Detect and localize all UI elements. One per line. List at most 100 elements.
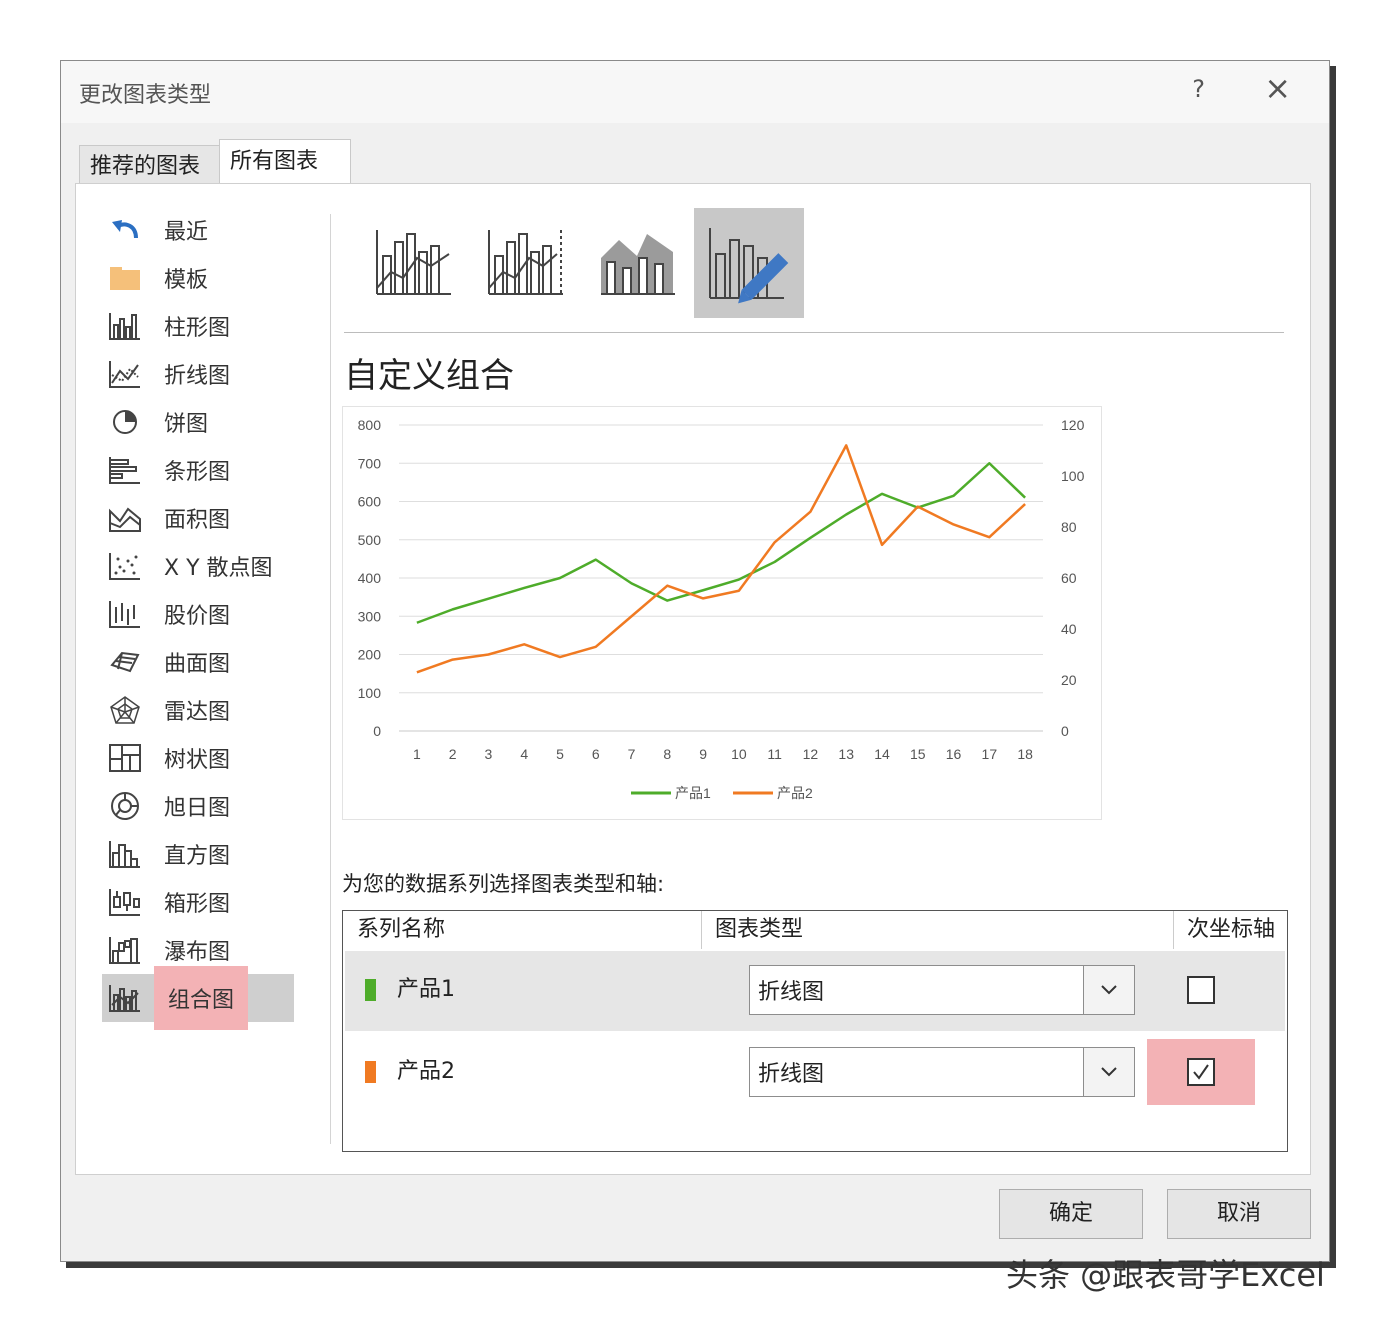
y2-tick-label: 0 — [1061, 723, 1069, 739]
chart-type-select[interactable]: 折线图 — [749, 965, 1135, 1015]
sidebar-item-undo-arrow[interactable]: 最近 — [102, 206, 302, 254]
gallery-separator — [344, 332, 1284, 333]
sidebar-item-bar-chart[interactable]: 条形图 — [102, 446, 302, 494]
sidebar-item-box-whisker-chart[interactable]: 箱形图 — [102, 878, 302, 926]
chart-type-select[interactable]: 折线图 — [749, 1047, 1135, 1097]
sidebar-item-treemap-chart[interactable]: 树状图 — [102, 734, 302, 782]
box-whisker-chart-icon — [106, 885, 144, 919]
sidebar-item-column-chart[interactable]: 柱形图 — [102, 302, 302, 350]
secondary-axis-checkbox[interactable] — [1187, 976, 1215, 1004]
y2-tick-label: 20 — [1061, 672, 1077, 688]
y-tick-label: 500 — [358, 532, 382, 548]
sidebar-item-label: 曲面图 — [164, 652, 231, 677]
y-tick-label: 600 — [358, 494, 382, 510]
sidebar-item-pie-chart[interactable]: 饼图 — [102, 398, 302, 446]
y-tick-label: 100 — [358, 685, 382, 701]
sidebar-item-stock-chart[interactable]: 股价图 — [102, 590, 302, 638]
y-tick-label: 400 — [358, 570, 382, 586]
help-button[interactable]: ? — [1192, 75, 1205, 103]
bar-chart-icon — [106, 453, 144, 487]
column-chart-icon — [106, 309, 144, 343]
subtype-column-line-secondary-axis[interactable] — [470, 208, 580, 318]
chevron-down-icon[interactable] — [1083, 1048, 1134, 1096]
header-secondary-axis: 次坐标轴 — [1187, 917, 1276, 942]
y-tick-label: 200 — [358, 647, 382, 663]
sidebar-item-label: 股价图 — [164, 604, 231, 629]
cancel-button[interactable]: 取消 — [1167, 1189, 1311, 1239]
sidebar-item-label: 折线图 — [164, 364, 231, 389]
tab-panel: 最近 模板 柱形图 折线图 饼图 条形图 面积图 X Y 散点图 股价图 曲面图 雷达图 树状图 旭日图… — [75, 183, 1311, 1175]
series-line-2 — [416, 444, 1026, 674]
x-tick-label: 13 — [838, 746, 854, 762]
subtype-custom-combination[interactable] — [694, 208, 804, 318]
x-tick-label: 10 — [731, 746, 747, 762]
combo-chart-icon — [106, 981, 144, 1015]
chart-preview: 0 100 200 300 400 500 600 700 800 0 20 40 60 80 100 120… — [342, 406, 1102, 820]
checkmark-icon — [1193, 1064, 1209, 1080]
x-tick-label: 12 — [803, 746, 819, 762]
sidebar-item-label: 组合图 — [154, 966, 249, 1030]
sidebar-item-label: 饼图 — [164, 412, 209, 437]
secondary-axis-checkbox[interactable] — [1187, 1058, 1215, 1086]
chart-type-value: 折线图 — [758, 1062, 825, 1087]
combo-title: 自定义组合 — [344, 356, 514, 396]
header-divider — [701, 911, 702, 949]
chevron-down-icon[interactable] — [1083, 966, 1134, 1014]
y-tick-label: 800 — [358, 417, 382, 433]
series-color-swatch — [365, 979, 376, 1001]
column-line-secondary-axis-icon — [488, 230, 563, 295]
x-tick-label: 3 — [485, 746, 493, 762]
sidebar-item-label: 模板 — [164, 268, 209, 293]
area-column-icon — [601, 234, 675, 295]
sidebar-item-label: 最近 — [164, 220, 209, 245]
x-tick-label: 15 — [910, 746, 926, 762]
watermark: 头条 @跟表哥学Excel — [1006, 1256, 1325, 1294]
sidebar-item-label: 旭日图 — [164, 796, 231, 821]
subtype-clustered-column-line[interactable] — [358, 208, 468, 318]
sidebar-item-area-chart[interactable]: 面积图 — [102, 494, 302, 542]
tab-recommended-charts[interactable]: 推荐的图表 — [79, 145, 229, 188]
tab-all-charts[interactable]: 所有图表 — [219, 139, 351, 188]
x-tick-label: 6 — [592, 746, 600, 762]
sidebar-item-label: 箱形图 — [164, 892, 231, 917]
ok-button[interactable]: 确定 — [999, 1189, 1143, 1239]
sidebar-item-combo-chart[interactable]: 组合图 — [102, 966, 294, 1030]
line-chart-icon — [106, 357, 144, 391]
y-tick-label: 700 — [358, 455, 382, 471]
y-tick-label: 0 — [373, 723, 381, 739]
vertical-divider — [330, 214, 331, 1144]
series-color-swatch — [365, 1061, 376, 1083]
radar-chart-icon — [106, 693, 144, 727]
custom-combo-pencil-icon — [709, 228, 789, 304]
sidebar-item-sunburst-chart[interactable]: 旭日图 — [102, 782, 302, 830]
folder-icon — [106, 261, 144, 295]
dialog-title: 更改图表类型 — [79, 83, 212, 108]
sidebar-item-scatter-chart[interactable]: X Y 散点图 — [102, 542, 302, 590]
subtype-stacked-area-column[interactable] — [582, 208, 692, 318]
close-button[interactable]: × — [1264, 69, 1291, 107]
series-name: 产品1 — [397, 977, 455, 1002]
waterfall-chart-icon — [106, 933, 144, 967]
sidebar-item-label: 直方图 — [164, 844, 231, 869]
area-chart-icon — [106, 501, 144, 535]
sidebar-item-surface-chart[interactable]: 曲面图 — [102, 638, 302, 686]
x-tick-label: 5 — [556, 746, 564, 762]
series-line-1 — [416, 462, 1026, 624]
x-tick-label: 17 — [982, 746, 998, 762]
header-divider — [1173, 911, 1174, 949]
series-table: 系列名称 图表类型 次坐标轴 产品1 折线图 产品2 折线图 — [342, 910, 1288, 1152]
sidebar-item-label: 条形图 — [164, 460, 231, 485]
sidebar-item-radar-chart[interactable]: 雷达图 — [102, 686, 302, 734]
x-tick-label: 9 — [699, 746, 707, 762]
clustered-column-line-icon — [376, 230, 451, 295]
scatter-chart-icon — [106, 549, 144, 583]
treemap-chart-icon — [106, 741, 144, 775]
sidebar-item-folder[interactable]: 模板 — [102, 254, 302, 302]
sidebar-item-line-chart[interactable]: 折线图 — [102, 350, 302, 398]
x-tick-label: 8 — [663, 746, 671, 762]
x-tick-label: 18 — [1017, 746, 1033, 762]
x-tick-label: 1 — [413, 746, 421, 762]
sidebar-item-histogram-chart[interactable]: 直方图 — [102, 830, 302, 878]
title-bar: 更改图表类型 ? × — [61, 61, 1329, 123]
x-tick-label: 11 — [767, 746, 782, 762]
